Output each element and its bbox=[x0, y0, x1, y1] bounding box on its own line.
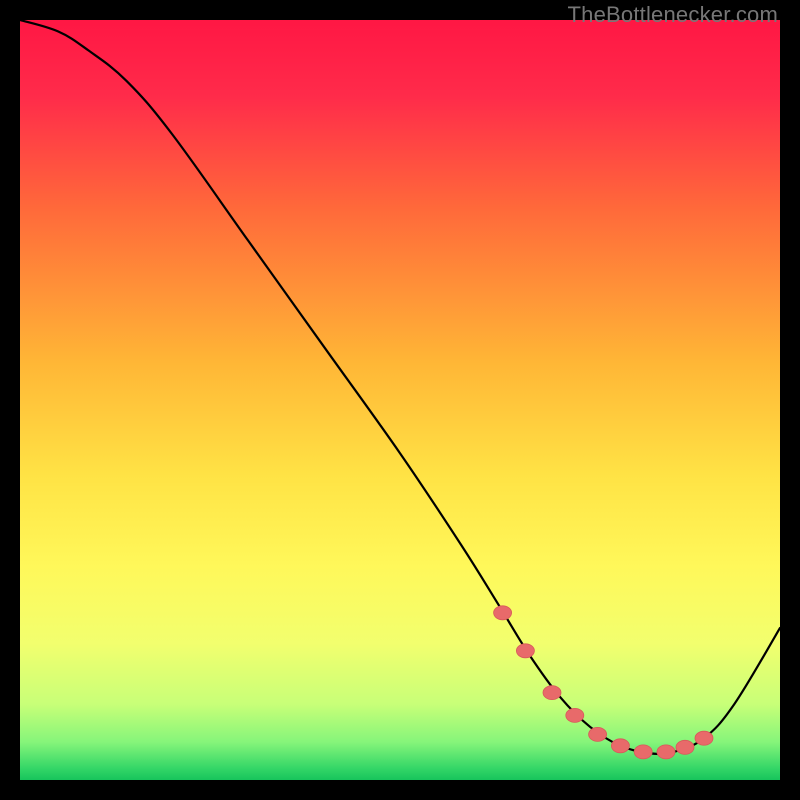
marker-point bbox=[695, 731, 713, 745]
marker-point bbox=[611, 739, 629, 753]
watermark-text: TheBottlenecker.com bbox=[568, 2, 778, 28]
marker-point bbox=[676, 740, 694, 754]
marker-point bbox=[657, 745, 675, 759]
marker-point bbox=[494, 606, 512, 620]
marker-point bbox=[566, 708, 584, 722]
gradient-background bbox=[20, 20, 780, 780]
marker-point bbox=[634, 745, 652, 759]
chart-frame bbox=[20, 20, 780, 780]
marker-point bbox=[589, 727, 607, 741]
marker-point bbox=[543, 686, 561, 700]
bottleneck-chart bbox=[20, 20, 780, 780]
marker-point bbox=[516, 644, 534, 658]
